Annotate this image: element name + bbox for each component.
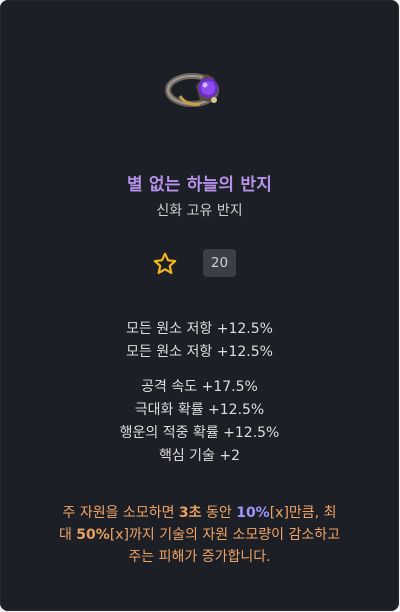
implicit-stat: 모든 원소 저항 +12.5%	[126, 344, 273, 360]
implicit-stat: 모든 원소 저항 +12.5%	[126, 321, 273, 337]
unique-power-description: 주 자원을 소모하면 3초 동안 10%[x]만큼, 최 대 50%[x]까지 …	[58, 505, 341, 565]
star-outline-icon[interactable]	[152, 251, 178, 277]
item-level-badge: 20	[203, 249, 236, 277]
affix-stat: 극대화 확률 +12.5%	[134, 402, 265, 418]
ring-icon	[165, 73, 219, 107]
item-type: 신화 고유 반지	[156, 203, 243, 219]
affix-stat: 행운의 적중 확률 +12.5%	[119, 425, 280, 441]
affix-stat: 핵심 기술 +2	[158, 448, 241, 464]
affix-stat: 공격 속도 +17.5%	[141, 379, 258, 395]
item-tooltip-card: 별 없는 하늘의 반지 신화 고유 반지 20 모든 원소 저항 +12.5% …	[0, 0, 399, 611]
item-name: 별 없는 하늘의 반지	[126, 175, 273, 195]
